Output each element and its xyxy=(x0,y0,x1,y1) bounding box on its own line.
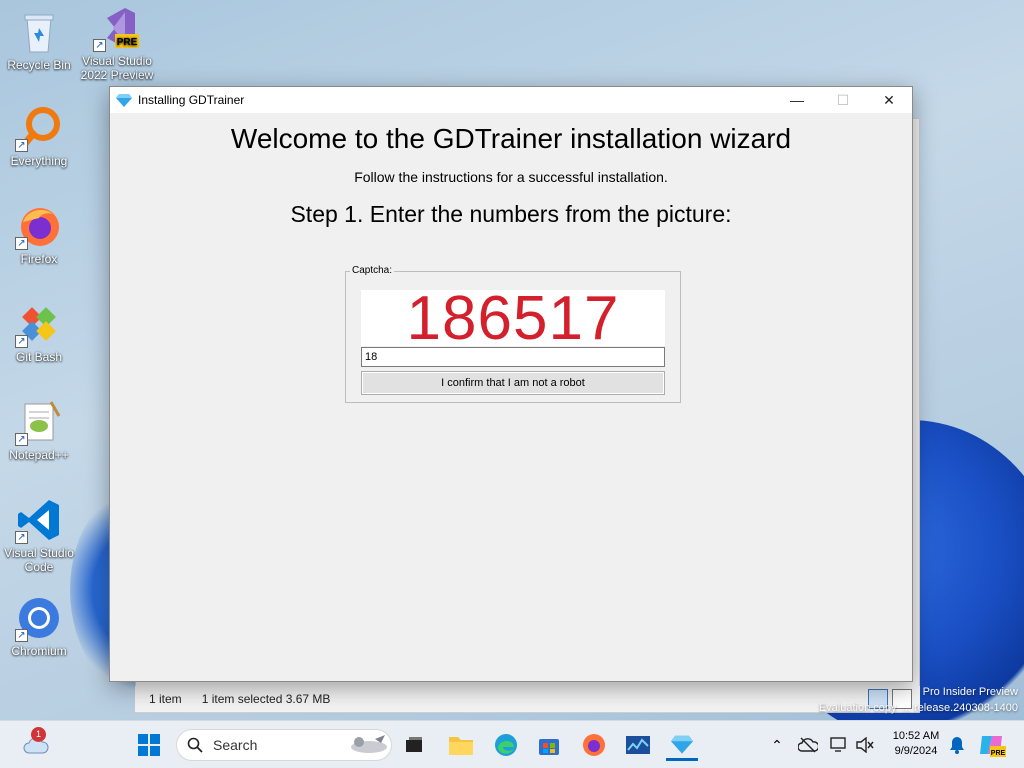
gem-icon xyxy=(671,735,693,754)
copilot-pre-badge: PRE xyxy=(991,750,1006,757)
search-icon xyxy=(187,737,203,753)
taskbar-file-explorer[interactable] xyxy=(445,729,477,761)
watermark-line2: Evaluation copy. ... release.240308-1400 xyxy=(818,702,1018,714)
vscode-icon: ↗ xyxy=(15,496,63,544)
desktop-icon-notepadpp[interactable]: ↗ Notepad++ xyxy=(0,398,78,462)
shortcut-arrow-icon: ↗ xyxy=(15,335,28,348)
explorer-status-bar: 1 item 1 item selected 3.67 MB xyxy=(135,686,920,712)
system-tray: ⌃ xyxy=(766,721,874,768)
desktop-icon-label: Visual Studio Code xyxy=(4,546,74,574)
captcha-input[interactable] xyxy=(361,347,665,367)
desktop-icon-label: Git Bash xyxy=(15,350,63,364)
git-bash-icon: ↗ xyxy=(15,300,63,348)
weather-notification-badge: 1 xyxy=(31,727,46,742)
chromium-icon: ↗ xyxy=(15,594,63,642)
everything-search-icon: ↗ xyxy=(15,104,63,152)
shortcut-arrow-icon: ↗ xyxy=(15,237,28,250)
desktop-icon-label: Visual Studio 2022 Preview xyxy=(80,54,154,82)
task-view-button[interactable] xyxy=(398,729,430,761)
installer-content: Welcome to the GDTrainer installation wi… xyxy=(112,113,910,679)
desktop-icon-vscode[interactable]: ↗ Visual Studio Code xyxy=(0,496,78,574)
taskbar-clock[interactable]: 10:52 AM 9/9/2024 xyxy=(884,729,948,759)
desktop-icon-label: Chromium xyxy=(11,644,67,658)
volume-muted-icon[interactable] xyxy=(856,737,874,753)
search-placeholder: Search xyxy=(213,737,258,753)
close-button[interactable]: ✕ xyxy=(866,87,912,113)
shortcut-arrow-icon: ↗ xyxy=(15,433,28,446)
notepadpp-icon: ↗ xyxy=(15,398,63,446)
firefox-icon xyxy=(583,734,605,756)
taskbar-edge[interactable] xyxy=(490,729,522,761)
captcha-group-label: Captcha: xyxy=(350,265,395,276)
clock-time: 10:52 AM xyxy=(892,730,940,742)
shortcut-arrow-icon: ↗ xyxy=(15,531,28,544)
visual-studio-preview-icon: PRE ↗ xyxy=(93,4,141,52)
recycle-bin-icon xyxy=(15,8,63,56)
show-hidden-icons-chevron-icon[interactable]: ⌃ xyxy=(766,737,788,754)
search-highlight-icon xyxy=(351,735,387,753)
desktop-icon-recycle-bin[interactable]: Recycle Bin xyxy=(0,8,78,72)
desktop-icon-label: Firefox xyxy=(20,252,58,266)
start-button[interactable] xyxy=(133,729,165,761)
captcha-group: Captcha: 186517 I confirm that I am not … xyxy=(345,265,681,403)
desktop-icon-label: Everything xyxy=(10,154,68,168)
installer-titlebar[interactable]: Installing GDTrainer — ☐ ✕ xyxy=(110,87,912,113)
installer-window: Installing GDTrainer — ☐ ✕ Welcome to th… xyxy=(109,86,913,682)
step-instruction: Step 1. Enter the numbers from the pictu… xyxy=(290,201,732,227)
folder-icon xyxy=(449,737,473,755)
watermark-line1: Pro Insider Preview xyxy=(922,686,1018,698)
firefox-icon: ↗ xyxy=(15,202,63,250)
desktop-icon-firefox[interactable]: ↗ Firefox xyxy=(0,202,78,266)
status-selection: 1 item selected 3.67 MB xyxy=(201,692,331,706)
captcha-image: 186517 xyxy=(361,284,665,353)
windows-logo-icon xyxy=(138,734,160,756)
status-item-count: 1 item xyxy=(149,692,182,706)
onedrive-offline-icon[interactable] xyxy=(798,737,818,753)
copilot-button[interactable]: PRE xyxy=(976,729,1008,761)
taskbar-store[interactable] xyxy=(533,729,565,761)
desktop-icon-visual-studio-preview[interactable]: PRE ↗ Visual Studio 2022 Preview xyxy=(78,4,156,82)
store-icon xyxy=(539,739,559,755)
notifications-button[interactable] xyxy=(941,729,973,761)
taskbar-firefox[interactable] xyxy=(578,729,610,761)
pre-badge: PRE xyxy=(117,37,138,48)
page-subtitle: Follow the instructions for a successful… xyxy=(354,169,668,185)
task-view-icon xyxy=(406,737,422,752)
taskbar-task-manager[interactable] xyxy=(622,729,654,761)
window-title: Installing GDTrainer xyxy=(138,93,245,107)
taskbar-search-box[interactable]: Search xyxy=(176,729,392,761)
edge-icon xyxy=(495,734,517,756)
desktop-icon-everything[interactable]: ↗ Everything xyxy=(0,104,78,168)
copilot-icon: PRE xyxy=(980,736,1006,757)
desktop-icon-label: Recycle Bin xyxy=(7,58,71,72)
shortcut-arrow-icon: ↗ xyxy=(15,139,28,152)
page-title: Welcome to the GDTrainer installation wi… xyxy=(230,123,792,154)
confirm-not-robot-button[interactable]: I confirm that I am not a robot xyxy=(361,371,665,395)
minimize-button[interactable]: — xyxy=(774,87,820,113)
desktop-icon-chromium[interactable]: ↗ Chromium xyxy=(0,594,78,658)
desktop-icon-git-bash[interactable]: ↗ Git Bash xyxy=(0,300,78,364)
shortcut-arrow-icon: ↗ xyxy=(93,39,106,52)
taskbar: Search ⌃ 10:52 AM 9/9/2024 PRE xyxy=(0,720,1024,768)
network-icon[interactable] xyxy=(830,737,848,753)
desktop-icon-label: Notepad++ xyxy=(9,448,69,462)
bell-icon xyxy=(950,737,964,754)
clock-date: 9/9/2024 xyxy=(894,745,938,757)
maximize-button[interactable]: ☐ xyxy=(820,87,866,113)
task-manager-icon xyxy=(626,736,650,754)
taskbar-gdtrainer[interactable] xyxy=(666,729,698,761)
gem-icon xyxy=(116,94,132,107)
shortcut-arrow-icon: ↗ xyxy=(15,629,28,642)
